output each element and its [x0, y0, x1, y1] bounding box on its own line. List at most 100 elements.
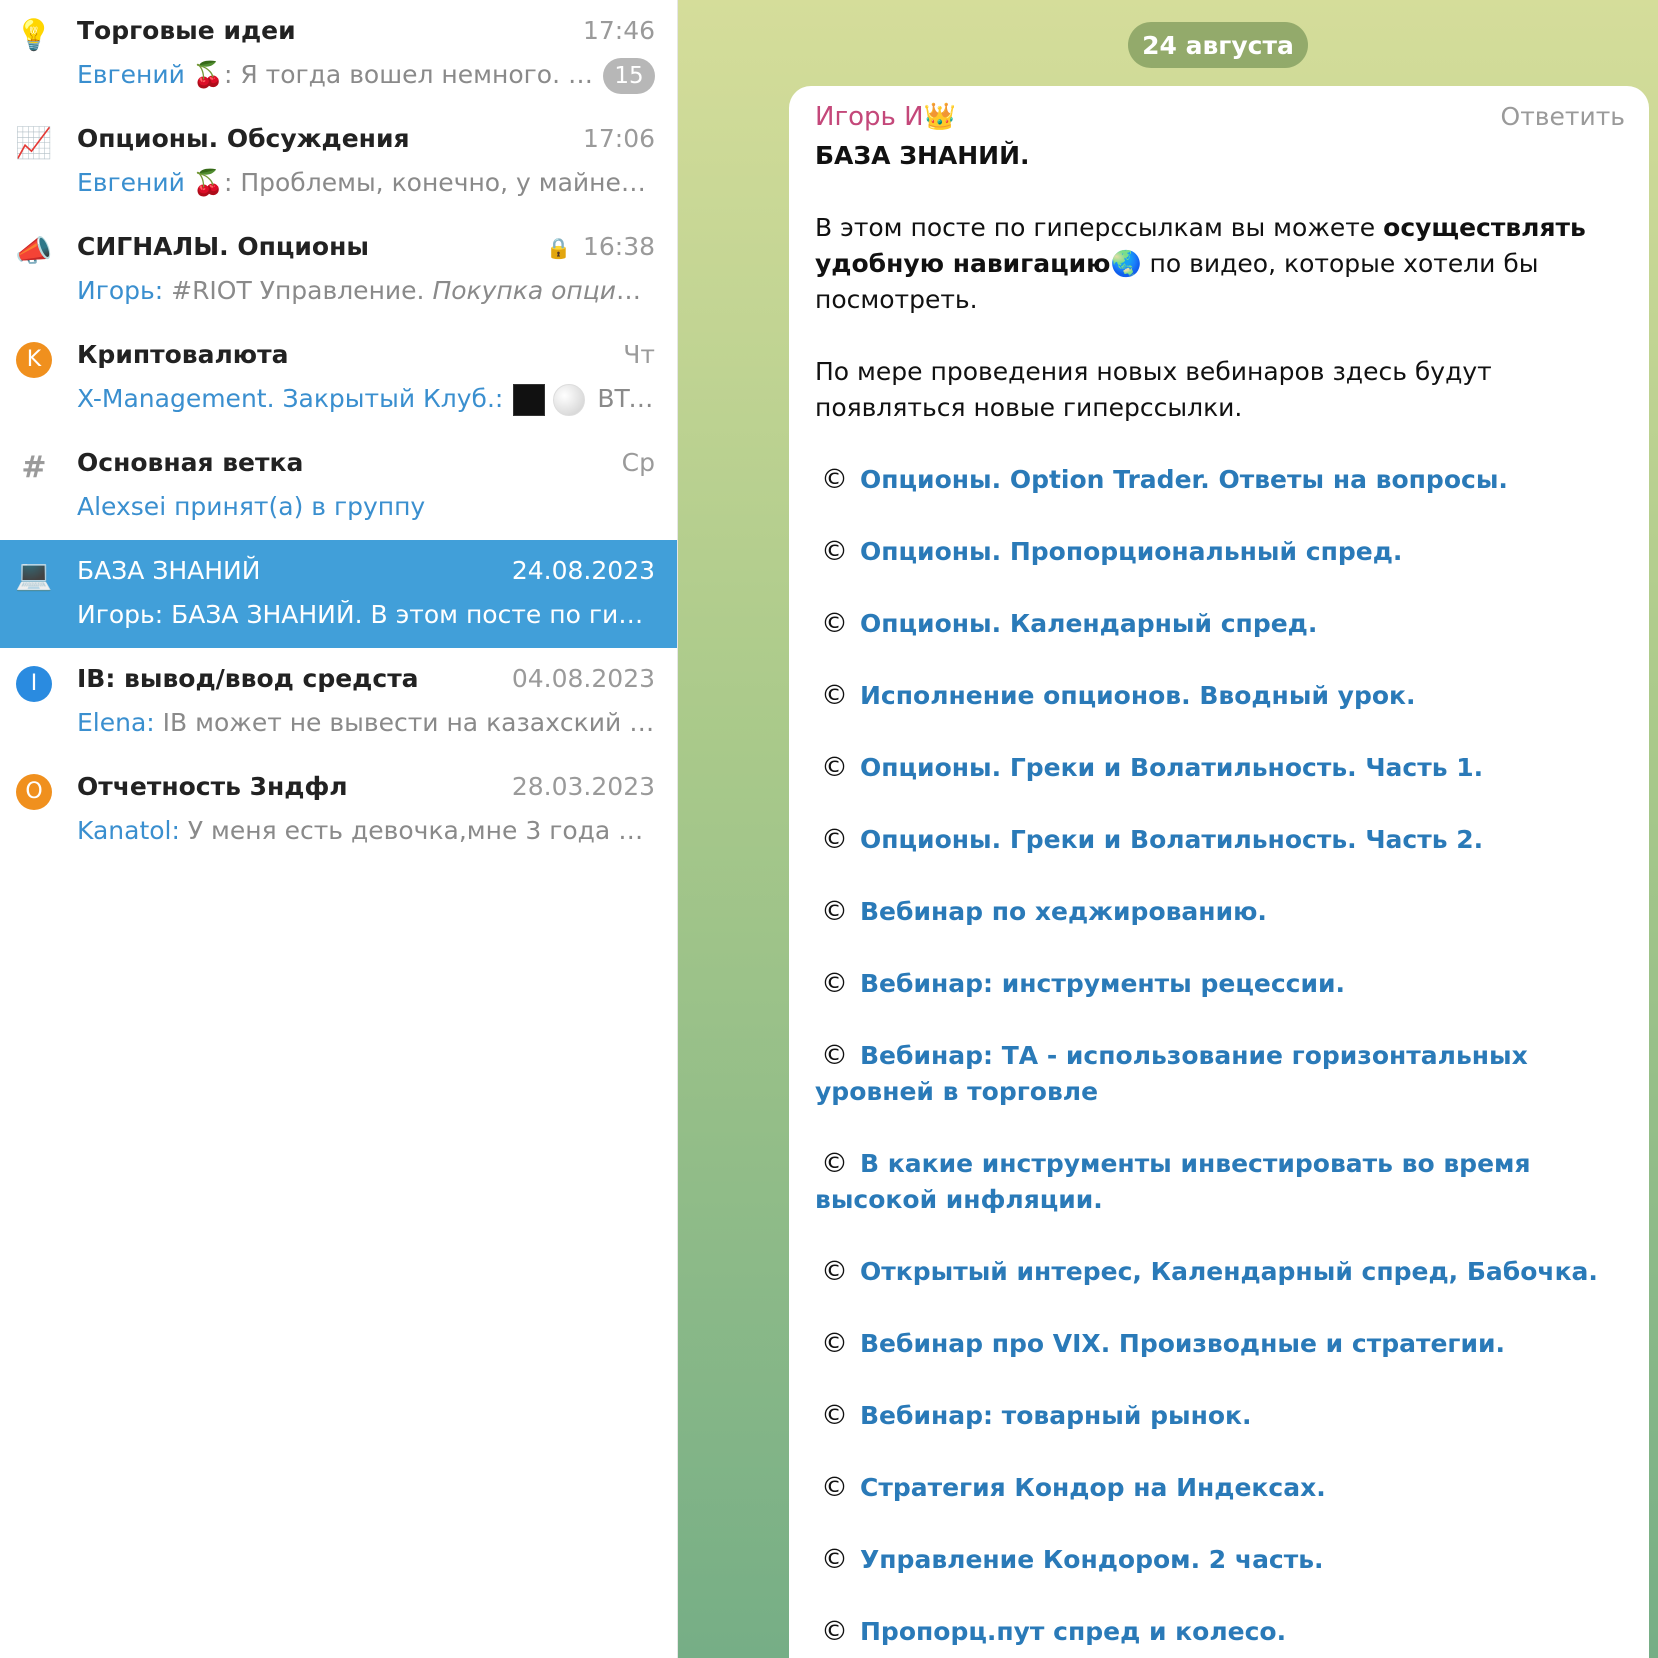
copyright-icon: © — [821, 1472, 848, 1503]
chat-item-torgovye-idei[interactable]: 💡 Торговые идеи 17:46 Евгений 🍒: Я тогда… — [0, 0, 677, 108]
link-text[interactable]: Вебинар по хеджированию. — [860, 897, 1267, 926]
link-text[interactable]: Пропорц.пут спред и колесо. — [860, 1617, 1286, 1646]
link-item[interactable]: © Пропорц.пут спред и колесо. — [815, 1614, 1625, 1650]
link-text[interactable]: Исполнение опционов. Вводный урок. — [860, 681, 1416, 710]
link-text[interactable]: Опционы. Греки и Волатильность. Часть 2. — [860, 825, 1483, 854]
message-title: БАЗА ЗНАНИЙ. — [815, 141, 1030, 170]
message-author[interactable]: Игорь И👑 — [815, 102, 956, 132]
link-text[interactable]: Стратегия Кондор на Индексах. — [860, 1473, 1326, 1502]
link-text[interactable]: Вебинар: товарный рынок. — [860, 1401, 1252, 1430]
link-item[interactable]: © Открытый интерес, Календарный спред, Ба… — [815, 1254, 1625, 1290]
white-circle-icon — [553, 384, 586, 416]
preview-text: IB может не вывести на казахский фр... — [154, 708, 655, 737]
chat-time: 17:46 — [582, 16, 655, 45]
link-text[interactable]: Вебинар: ТА - использование горизонтальн… — [815, 1041, 1528, 1106]
chat-item-kriptovalyuta[interactable]: K Криптовалюта Чт X-Management. Закрытый… — [0, 324, 677, 432]
link-item[interactable]: © Вебинар: инструменты рецессии. — [815, 966, 1625, 1002]
link-item[interactable]: © Стратегия Кондор на Индексах. — [815, 1470, 1625, 1506]
date-separator: 24 августа — [1128, 22, 1308, 68]
chat-item-signaly-opciony[interactable]: 📣 СИГНАЛЫ. Опционы 🔒 16:38 Игорь: #RIOT У… — [0, 216, 677, 324]
copyright-icon: © — [821, 752, 848, 783]
unread-badge: 15 — [603, 58, 655, 94]
link-item[interactable]: © Управление Кондором. 2 часть. — [815, 1542, 1625, 1578]
chat-title: Криптовалюта — [77, 340, 289, 369]
preview-sender: Alexsei принят(а) в группу — [77, 492, 426, 521]
chat-item-ib-vyvod[interactable]: I IB: вывод/ввод средста 04.08.2023 Elen… — [0, 648, 677, 756]
copyright-icon: © — [821, 536, 848, 567]
chat-preview: Alexsei принят(а) в группу — [77, 492, 655, 521]
copyright-icon: © — [821, 896, 848, 927]
megaphone-icon: 📣 — [15, 234, 53, 269]
preview-sender: Игорь: — [77, 276, 164, 305]
chat-time: 24.08.2023 — [511, 556, 655, 585]
link-item[interactable]: © Исполнение опционов. Вводный урок. — [815, 678, 1625, 714]
chat-area: 24 августа Игорь И👑 Ответить БАЗА ЗНАНИЙ… — [678, 0, 1658, 1658]
avatar: I — [16, 666, 52, 702]
preview-sender: Евгений 🍒 — [77, 168, 224, 197]
chat-item-osnovnaya-vetka[interactable]: # Основная ветка Ср Alexsei принят(а) в … — [0, 432, 677, 540]
chat-item-otchetnost[interactable]: O Отчетность 3ндфл 28.03.2023 Kanatol: У… — [0, 756, 677, 864]
link-text[interactable]: Управление Кондором. 2 часть. — [860, 1545, 1324, 1574]
chat-list-sidebar: 💡 Торговые идеи 17:46 Евгений 🍒: Я тогда… — [0, 0, 678, 1658]
preview-text: : Проблемы, конечно, у майнер... — [223, 168, 655, 197]
link-text[interactable]: Опционы. Пропорциональный спред. — [860, 537, 1402, 566]
preview-text: У меня есть девочка,мне 3 года счи... — [179, 816, 655, 845]
message-paragraph: По мере проведения новых вебинаров здесь… — [815, 357, 1492, 422]
link-item[interactable]: © Опционы. Пропорциональный спред. — [815, 534, 1625, 570]
link-item[interactable]: © В какие инструменты инвестировать во вр… — [815, 1146, 1625, 1218]
link-item[interactable]: © Опционы. Греки и Волатильность. Часть 2… — [815, 822, 1625, 858]
chat-preview: Elena: IB может не вывести на казахский … — [77, 708, 655, 737]
link-item[interactable]: © Вебинар по хеджированию. — [815, 894, 1625, 930]
link-item[interactable]: © Опционы. Option Trader. Ответы на вопро… — [815, 462, 1625, 498]
letter-o-icon: O — [16, 774, 52, 810]
author-name: Игорь И — [815, 102, 924, 132]
chat-time: 04.08.2023 — [511, 664, 655, 693]
copyright-icon: © — [821, 1400, 848, 1431]
lock-icon: 🔒 — [546, 236, 571, 260]
preview-text: BTC... — [597, 384, 655, 413]
link-item[interactable]: © Вебинар: ТА - использование горизонталь… — [815, 1038, 1625, 1110]
copyright-icon: © — [821, 1148, 848, 1179]
link-text[interactable]: Опционы. Option Trader. Ответы на вопрос… — [860, 465, 1508, 494]
copyright-icon: © — [821, 1616, 848, 1647]
copyright-icon: © — [821, 608, 848, 639]
info-icon: I — [16, 666, 52, 702]
hashtag-icon: # — [21, 450, 47, 485]
chat-time: Чт — [623, 340, 655, 369]
chat-title: СИГНАЛЫ. Опционы — [77, 232, 369, 261]
copyright-icon: © — [821, 968, 848, 999]
preview-sender: Elena: — [77, 708, 155, 737]
chat-item-opciony-obsuzhdeniya[interactable]: 📈 Опционы. Обсуждения 17:06 Евгений 🍒: П… — [0, 108, 677, 216]
preview-text: #RIOT Управление. — [163, 276, 433, 305]
globe-icon: 🌏 — [1110, 249, 1142, 278]
link-item[interactable]: © Опционы. Греки и Волатильность. Часть 1… — [815, 750, 1625, 786]
link-item[interactable]: © Вебинар про VIX. Производные и стратеги… — [815, 1326, 1625, 1362]
chat-preview: X-Management. Закрытый Клуб.: BTC... — [77, 384, 655, 416]
crown-icon: 👑 — [923, 102, 956, 132]
link-text[interactable]: Опционы. Греки и Волатильность. Часть 1. — [860, 753, 1483, 782]
copyright-icon: © — [821, 1040, 848, 1071]
laptop-icon: 💻 — [15, 558, 53, 593]
link-text[interactable]: Вебинар: инструменты рецессии. — [860, 969, 1345, 998]
link-text[interactable]: Открытый интерес, Календарный спред, Баб… — [860, 1257, 1598, 1286]
link-item[interactable]: © Вебинар: товарный рынок. — [815, 1398, 1625, 1434]
chat-title: Основная ветка — [77, 448, 304, 477]
link-text[interactable]: Опционы. Календарный спред. — [860, 609, 1317, 638]
link-item[interactable]: © Опционы. Календарный спред. — [815, 606, 1625, 642]
message-bubble: Игорь И👑 Ответить БАЗА ЗНАНИЙ. В этом по… — [789, 86, 1649, 1658]
reply-button[interactable]: Ответить — [1501, 102, 1625, 131]
chat-title: Отчетность 3ндфл — [77, 772, 348, 801]
preview-sender: Игорь: — [77, 600, 164, 629]
chart-thumbnail-icon — [513, 384, 546, 416]
avatar: O — [16, 774, 52, 810]
chat-item-baza-znaniy[interactable]: 💻 БАЗА ЗНАНИЙ 24.08.2023 Игорь: БАЗА ЗНА… — [0, 540, 677, 648]
chat-time: Ср — [621, 448, 655, 477]
links-list: © Опционы. Option Trader. Ответы на вопро… — [815, 462, 1625, 1650]
chat-preview: Kanatol: У меня есть девочка,мне 3 года … — [77, 816, 655, 845]
chat-time: 17:06 — [582, 124, 655, 153]
chart-increasing-icon: 📈 — [15, 126, 53, 161]
link-text[interactable]: Вебинар про VIX. Производные и стратегии… — [860, 1329, 1505, 1358]
link-text[interactable]: В какие инструменты инвестировать во вре… — [815, 1149, 1531, 1214]
chat-title: Торговые идеи — [77, 16, 296, 45]
copyright-icon: © — [821, 464, 848, 495]
